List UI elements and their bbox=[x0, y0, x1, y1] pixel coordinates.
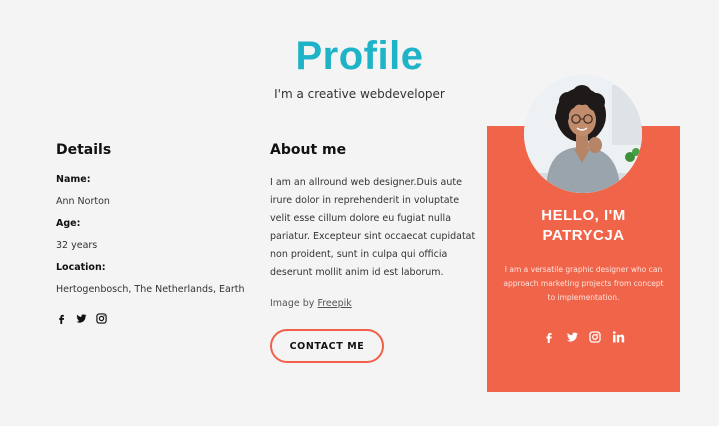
details-section: Details Name: Ann Norton Age: 32 years L… bbox=[56, 142, 246, 324]
twitter-icon[interactable] bbox=[76, 313, 87, 324]
facebook-icon[interactable] bbox=[543, 330, 556, 343]
details-social-links bbox=[56, 313, 246, 324]
page-title: Profile bbox=[295, 34, 424, 78]
about-text: I am an allround web designer.Duis aute … bbox=[270, 177, 476, 278]
twitter-icon[interactable] bbox=[566, 330, 579, 343]
facebook-icon[interactable] bbox=[56, 313, 67, 324]
instagram-icon[interactable] bbox=[589, 330, 602, 343]
details-heading: Details bbox=[56, 142, 112, 158]
about-heading: About me bbox=[270, 142, 347, 158]
linkedin-icon[interactable] bbox=[612, 330, 625, 343]
credit-prefix: Image by bbox=[270, 298, 318, 309]
card-heading-line1: HELLO, I'M bbox=[541, 207, 626, 224]
location-value: Hertogenbosch, The Netherlands, Earth bbox=[56, 284, 245, 295]
card-heading-line2: PATRYCJA bbox=[542, 227, 625, 244]
avatar bbox=[524, 75, 642, 193]
name-label: Name: bbox=[56, 174, 91, 185]
about-section: About me I am an allround web designer.D… bbox=[270, 142, 480, 363]
freepik-link[interactable]: Freepik bbox=[317, 298, 351, 309]
card-social-links bbox=[487, 330, 680, 343]
image-credit: Image by Freepik bbox=[270, 298, 480, 309]
age-value: 32 years bbox=[56, 240, 98, 251]
name-value: Ann Norton bbox=[56, 196, 110, 207]
card-description: I am a versatile graphic designer who ca… bbox=[503, 265, 664, 302]
location-label: Location: bbox=[56, 262, 106, 273]
card-heading: HELLO, I'M PATRYCJA bbox=[487, 206, 680, 246]
instagram-icon[interactable] bbox=[96, 313, 107, 324]
contact-me-button[interactable]: CONTACT ME bbox=[270, 329, 384, 363]
age-label: Age: bbox=[56, 218, 81, 229]
